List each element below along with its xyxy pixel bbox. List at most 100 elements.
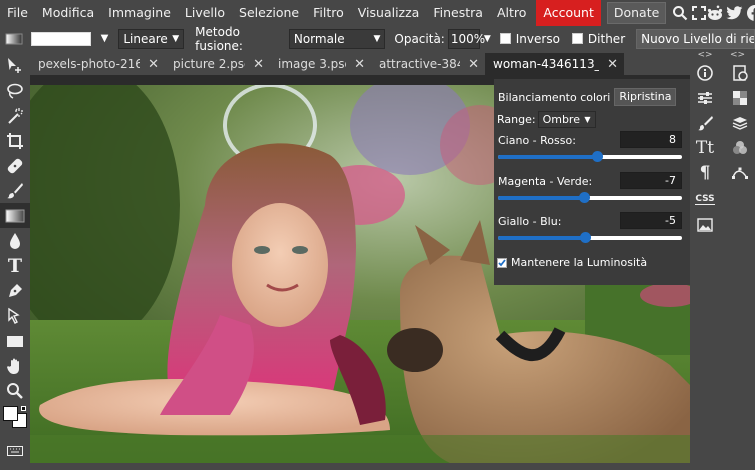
donate-button[interactable]: Donate [606, 2, 667, 24]
healing-tool-icon[interactable] [0, 153, 30, 178]
menu-selezione[interactable]: Selezione [232, 0, 306, 26]
color-swatches[interactable] [0, 403, 30, 435]
hand-tool-icon[interactable] [0, 353, 30, 378]
inverse-label: Inverso [515, 31, 560, 46]
pen-tool-icon[interactable] [0, 278, 30, 303]
lasso-tool-icon[interactable] [0, 78, 30, 103]
paths-icon[interactable] [725, 160, 755, 185]
menu-finestra[interactable]: Finestra [426, 0, 490, 26]
menu-immagine[interactable]: Immagine [101, 0, 178, 26]
yellow-blue-value[interactable]: -5 [620, 212, 682, 229]
menu-altro[interactable]: Altro [490, 0, 533, 26]
close-icon[interactable]: ✕ [253, 57, 264, 72]
opacity-dropdown-icon[interactable]: ▼ [484, 34, 491, 44]
collapse-right[interactable]: <> [720, 51, 755, 60]
menu-livello[interactable]: Livello [178, 0, 232, 26]
gradient-type-value: Lineare [123, 31, 168, 46]
slider-fill [498, 236, 586, 240]
range-select[interactable]: Ombre ▼ [537, 111, 596, 128]
image-icon[interactable] [690, 212, 720, 237]
new-fill-layer-button[interactable]: Nuovo Livello di riempim [636, 28, 755, 49]
move-tool-icon[interactable] [0, 53, 30, 78]
close-icon[interactable]: ✕ [468, 57, 479, 72]
dither-checkbox[interactable]: Dither [571, 31, 626, 46]
foreground-color-swatch[interactable] [3, 406, 18, 421]
reset-button[interactable]: Ripristina [614, 88, 677, 106]
css-icon[interactable]: CSS [690, 187, 720, 212]
slider-handle[interactable] [592, 151, 604, 162]
tab-document-active[interactable]: woman-4346113_12 ✕ [485, 53, 624, 75]
account-button[interactable]: Account [536, 0, 601, 26]
blend-label: Metodo fusione: [195, 24, 243, 53]
magic-wand-tool-icon[interactable] [0, 103, 30, 128]
dither-label: Dither [587, 31, 626, 46]
document-tabs: pexels-photo-21694 ✕ picture 2.psd * ✕ ima… [30, 51, 690, 75]
gradient-tool-icon [0, 33, 28, 45]
close-icon[interactable]: ✕ [354, 57, 365, 72]
menu-filtro[interactable]: Filtro [306, 0, 351, 26]
slider-handle[interactable] [580, 232, 592, 243]
info-icon[interactable] [690, 60, 720, 85]
tab-document[interactable]: picture 2.psd * ✕ [165, 53, 270, 75]
text-tool-icon[interactable]: T [0, 253, 30, 278]
gradient-dropdown-icon[interactable]: ▼ [101, 33, 109, 44]
keyboard-icon[interactable] [0, 438, 30, 463]
slider-label: Magenta - Verde: [498, 175, 593, 188]
tab-document[interactable]: pexels-photo-21694 ✕ [30, 53, 165, 75]
path-select-tool-icon[interactable] [0, 303, 30, 328]
facebook-icon[interactable] [747, 2, 755, 24]
zoom-tool-icon[interactable] [0, 378, 30, 403]
gradient-swatch[interactable] [30, 31, 91, 46]
swap-colors-icon[interactable] [21, 406, 26, 411]
close-icon[interactable]: ✕ [607, 57, 618, 72]
dither-check-box[interactable] [571, 33, 583, 44]
right-panel: <> <> Tt ¶ CSS [690, 51, 755, 470]
tab-document[interactable]: image 3.psd * ✕ [270, 53, 371, 75]
search-icon[interactable] [672, 2, 688, 24]
history-icon[interactable] [725, 60, 755, 85]
close-icon[interactable]: ✕ [148, 57, 159, 72]
magenta-green-slider[interactable] [498, 192, 682, 203]
inverse-checkbox[interactable]: Inverso [499, 31, 560, 46]
cyan-red-slider[interactable] [498, 151, 682, 162]
blend-mode-select[interactable]: Normale ▼ [288, 28, 386, 49]
menu-visualizza[interactable]: Visualizza [351, 0, 427, 26]
chevron-down-icon: ▼ [584, 115, 591, 124]
color-balance-panel: Bilanciamento colori Ripristina Range: O… [494, 79, 690, 285]
brush-tool-icon[interactable] [0, 178, 30, 203]
reddit-icon[interactable] [706, 2, 724, 24]
character-icon[interactable]: Tt [690, 135, 720, 160]
cyan-red-value[interactable]: 8 [620, 131, 682, 148]
range-value: Ombre [542, 113, 580, 126]
collapse-left[interactable]: <> [690, 51, 720, 60]
swatches-icon[interactable] [725, 85, 755, 110]
chevron-down-icon: ▼ [373, 33, 381, 44]
preserve-luminosity-checkbox[interactable]: Mantenere la Luminosità [497, 256, 647, 269]
css-label: CSS [695, 194, 715, 205]
slider-handle[interactable] [578, 192, 590, 203]
tab-document[interactable]: attractive-3849 ✕ [371, 53, 485, 75]
brush-presets-icon[interactable] [690, 110, 720, 135]
crop-tool-icon[interactable] [0, 128, 30, 153]
shape-tool-icon[interactable] [0, 328, 30, 353]
blur-tool-icon[interactable] [0, 228, 30, 253]
gradient-tool-button-icon[interactable] [0, 203, 30, 228]
inverse-check-box[interactable] [499, 33, 511, 44]
range-label: Range: [497, 113, 536, 126]
adjustments-icon[interactable] [690, 85, 720, 110]
fullscreen-icon[interactable] [692, 2, 707, 24]
opacity-input[interactable]: 100% [447, 28, 485, 49]
menu-modifica[interactable]: Modifica [35, 0, 101, 26]
twitter-icon[interactable] [726, 2, 743, 24]
preserve-check-box[interactable] [497, 257, 507, 268]
paragraph-icon[interactable]: ¶ [690, 160, 720, 185]
options-bar: ▼ Lineare ▼ Metodo fusione: Normale ▼ Opac… [0, 24, 755, 53]
tab-label: attractive-3849 [379, 57, 460, 71]
magenta-green-value[interactable]: -7 [620, 172, 682, 189]
slider-label: Ciano - Rosso: [498, 134, 576, 147]
layers-icon[interactable] [725, 110, 755, 135]
gradient-type-select[interactable]: Lineare ▼ [118, 28, 185, 49]
channels-icon[interactable] [725, 135, 755, 160]
menu-file[interactable]: File [0, 0, 35, 26]
yellow-blue-slider[interactable] [498, 232, 682, 243]
